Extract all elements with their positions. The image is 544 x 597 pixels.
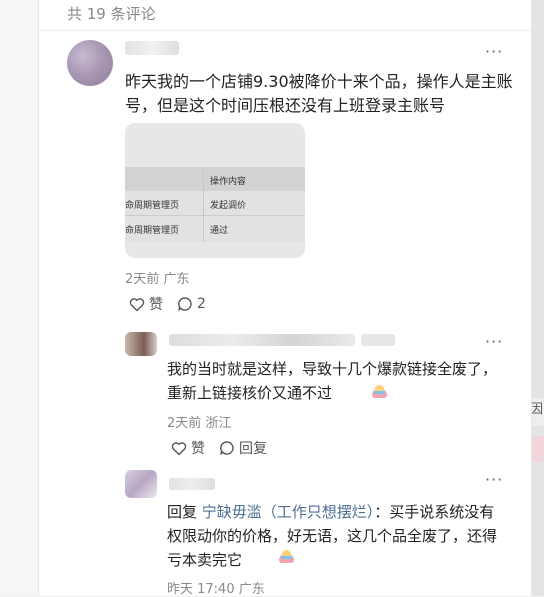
reply-text: 我的当时就是这样，导致十几个爆款链接全废了，重新上链接核价又通不过 [167,360,498,402]
image-cell: 命周期管理页 [125,201,180,211]
like-label: 赞 [149,297,163,313]
chat-bubble-icon [220,441,234,455]
username-blurred[interactable] [169,334,355,346]
reply-prefix: 回复 [167,503,202,521]
like-button[interactable]: 赞 [171,438,205,458]
image-divider [203,167,204,242]
more-dots-icon[interactable]: ··· [485,470,503,489]
reply-button[interactable]: 回复 [219,438,267,458]
image-cell: 通过 [210,226,229,236]
left-background [0,0,38,596]
heart-outline-icon [171,441,187,455]
right-peek-text: 因 [530,398,544,426]
image-header-text: 操作内容 [210,177,247,187]
comment-button[interactable]: 2 [177,296,206,312]
comment-actions: 赞 2 [129,294,220,314]
emoji-icon [278,549,295,564]
username-blurred[interactable] [361,334,395,346]
heart-outline-icon [129,297,145,311]
comments-panel: 共 19 条评论 ··· 昨天我的一个店铺9.30被降价十来个品，操作人是主账号… [38,0,532,597]
emoji-icon [371,384,388,399]
username-blurred[interactable] [125,41,179,55]
reply-label: 回复 [239,441,267,457]
right-background: 因 [530,0,544,596]
image-cell: 命周期管理页 [125,226,180,236]
comment-count: 共 19 条评论 [67,5,156,23]
divider [39,30,531,31]
reply-actions: 赞 回复 [171,438,281,458]
mention-link[interactable]: 宁缺毋滥（工作只想摆烂） [202,503,375,521]
image-cell: 发起调价 [210,201,247,211]
more-dots-icon[interactable]: ··· [485,42,503,61]
like-button[interactable]: 赞 [129,294,163,314]
avatar[interactable] [125,332,157,356]
reply-meta: 2天前 浙江 [167,416,232,431]
comment-text: 昨天我的一个店铺9.30被降价十来个品，操作人是主账号，但是这个时间压根还没有上… [125,72,513,115]
reply-count: 2 [197,296,206,312]
avatar[interactable] [67,40,113,86]
more-dots-icon[interactable]: ··· [485,332,503,351]
right-peek-thumbnail [530,436,544,462]
chat-bubble-icon [178,297,192,311]
like-label: 赞 [191,441,205,457]
reply-meta: 昨天 17:40 广东 [167,582,265,597]
comment-image[interactable]: 操作内容 命周期管理页 发起调价 命周期管理页 通过 [125,123,305,258]
reply-text: 回复 宁缺毋滥（工作只想摆烂）：买手说系统没有权限动你的价格，好无语，这几个品全… [167,500,507,572]
username-blurred[interactable] [169,478,215,490]
avatar[interactable] [125,470,157,498]
comment-meta: 2天前 广东 [125,272,190,287]
